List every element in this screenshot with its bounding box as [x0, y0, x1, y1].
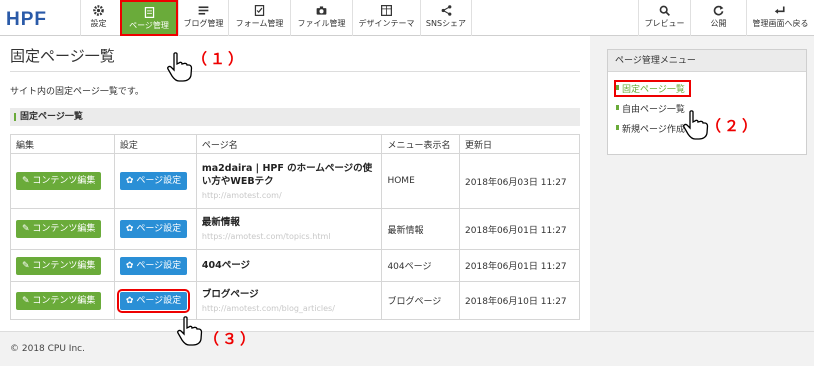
- nav-settings[interactable]: 設定: [80, 0, 116, 36]
- side-menu-fixed-pages[interactable]: 固定ページ一覧: [614, 80, 691, 97]
- search-icon: [639, 0, 690, 18]
- page-name: ブログページ: [201, 288, 259, 300]
- pencil-icon: ✎: [22, 224, 33, 234]
- page-settings-button-highlighted[interactable]: ✿ ページ設定: [116, 288, 191, 313]
- nav-blog-management[interactable]: ブログ管理: [178, 0, 228, 36]
- nav-back-to-admin[interactable]: 管理画面へ戻る: [746, 0, 814, 36]
- updated-date: 2018年06月01日 11:27: [459, 208, 580, 250]
- gear-icon: ✿: [125, 224, 137, 234]
- pencil-icon: ✎: [22, 176, 33, 186]
- pencil-icon: ✎: [22, 295, 33, 306]
- theme-icon: [353, 0, 420, 18]
- section-heading: 固定ページ一覧: [10, 108, 580, 126]
- table-row: ✎ コンテンツ編集 ✿ ページ設定 最新情報 https://amotest.co…: [10, 208, 580, 250]
- nav-page-management[interactable]: ページ管理: [120, 0, 178, 36]
- page-settings-button[interactable]: ✿ ページ設定: [119, 256, 188, 275]
- title-divider: [10, 71, 580, 72]
- nav-preview[interactable]: プレビュー: [638, 0, 690, 36]
- page-settings-button[interactable]: ✿ ページ設定: [119, 220, 188, 238]
- step-2-label: （２）: [706, 118, 761, 135]
- menu-display-name: 404ページ: [381, 249, 461, 282]
- side-menu-new-page[interactable]: 新規ページ作成: [616, 122, 685, 135]
- page-url[interactable]: http://amotest.com/: [202, 191, 377, 201]
- svg-text:HPF: HPF: [6, 9, 47, 28]
- footer: © 2018 CPU Inc.: [0, 331, 814, 365]
- gear-icon: ✿: [125, 295, 137, 306]
- column-header-page-name: ページ名: [195, 134, 383, 154]
- step-3-label: （３）: [204, 331, 259, 348]
- pointing-hand-icon: [167, 52, 193, 82]
- step-1-label: （１）: [192, 51, 247, 68]
- side-menu-free-pages[interactable]: 自由ページ一覧: [616, 102, 685, 115]
- menu-display-name: 最新情報: [381, 208, 461, 250]
- camera-icon: [291, 0, 352, 18]
- pointing-hand-icon: [177, 316, 203, 346]
- gear-icon: ✿: [125, 176, 137, 186]
- side-menu-title: ページ管理メニュー: [608, 50, 806, 72]
- form-icon: [229, 0, 290, 18]
- blog-icon: [179, 0, 228, 18]
- table-row: ✎ コンテンツ編集 ✿ ページ設定 404ページ 404ページ 2018年06月…: [10, 249, 580, 282]
- nav-form-management[interactable]: フォーム管理: [228, 0, 290, 36]
- page-settings-button[interactable]: ✿ ページ設定: [119, 172, 188, 190]
- page-url[interactable]: http://amotest.com/blog_articles/: [202, 304, 377, 314]
- gear-icon: ✿: [125, 260, 137, 271]
- menu-display-name: ブログページ: [381, 281, 461, 320]
- nav-sns-share[interactable]: SNSシェア: [420, 0, 472, 36]
- page-name: 最新情報: [201, 217, 240, 228]
- menu-display-name: HOME: [381, 153, 461, 209]
- top-navigation: HPF 設定 ページ管理 ブログ管理 フォーム管理 ファイル管理 デザインテーマ…: [0, 0, 814, 36]
- column-header-menu-name: メニュー表示名: [381, 134, 461, 154]
- updated-date: 2018年06月10日 11:27: [459, 281, 580, 320]
- table-row: ✎ コンテンツ編集 ✿ ページ設定 ブログページ http://amotest.c…: [10, 281, 580, 320]
- column-header-settings: 設定: [113, 134, 197, 154]
- gear-icon: [81, 0, 116, 18]
- refresh-icon: [691, 0, 746, 18]
- column-header-edit: 編集: [10, 134, 115, 154]
- page-name: 404ページ: [201, 260, 251, 271]
- main-content: 固定ページ一覧 サイト内の固定ページ一覧です。 固定ページ一覧 編集 設定 ペー…: [0, 36, 590, 331]
- page-url[interactable]: https://amotest.com/topics.html: [202, 232, 377, 242]
- table-row: ✎ コンテンツ編集 ✿ ページ設定 ma2daira | HPF のホームページ…: [10, 153, 580, 209]
- content-edit-button[interactable]: ✎ コンテンツ編集: [16, 220, 102, 238]
- content-edit-button[interactable]: ✎ コンテンツ編集: [16, 291, 102, 310]
- table-header-row: 編集 設定 ページ名 メニュー表示名 更新日: [10, 134, 580, 154]
- pencil-icon: ✎: [22, 260, 33, 271]
- nav-publish[interactable]: 公開: [690, 0, 746, 36]
- updated-date: 2018年06月01日 11:27: [459, 249, 580, 282]
- content-edit-button[interactable]: ✎ コンテンツ編集: [16, 172, 102, 190]
- page-title: 固定ページ一覧: [10, 47, 115, 65]
- column-header-updated: 更新日: [459, 134, 580, 154]
- hpf-logo[interactable]: HPF: [4, 8, 64, 28]
- page-name: ma2daira | HPF のホームページの使い方やWEBテク: [201, 162, 373, 187]
- nav-file-management[interactable]: ファイル管理: [290, 0, 352, 36]
- page-icon: [122, 2, 176, 20]
- content-edit-button[interactable]: ✎ コンテンツ編集: [16, 256, 102, 275]
- updated-date: 2018年06月03日 11:27: [459, 153, 580, 209]
- share-icon: [421, 0, 471, 18]
- page-description: サイト内の固定ページ一覧です。: [10, 87, 144, 97]
- nav-design-theme[interactable]: デザインテーマ: [352, 0, 420, 36]
- pages-table: 編集 設定 ページ名 メニュー表示名 更新日 ✎ コンテンツ編集 ✿ ページ設定…: [10, 134, 580, 320]
- return-icon: [747, 0, 814, 18]
